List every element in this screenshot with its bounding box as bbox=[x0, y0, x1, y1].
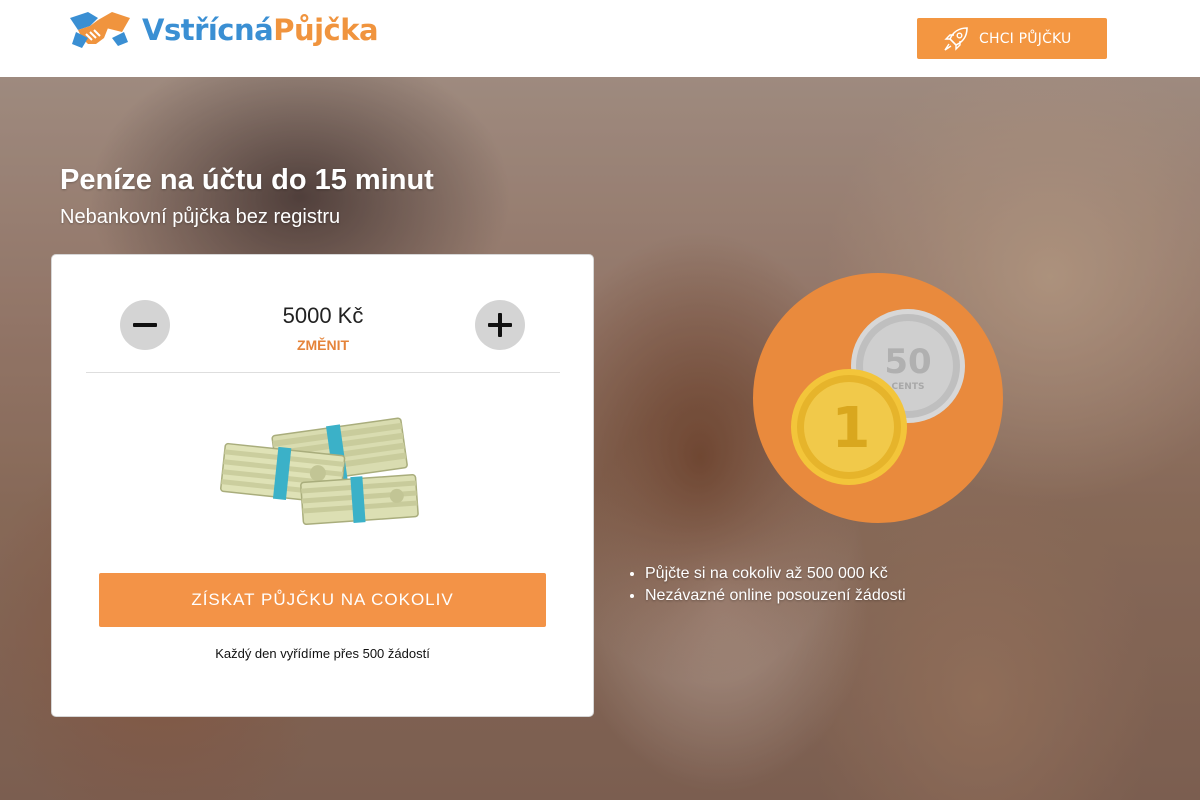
feature-item: Nezávazné online posouzení žádosti bbox=[645, 587, 906, 605]
change-amount-link[interactable]: ZMĚNIT bbox=[222, 337, 424, 353]
loan-calculator-card: 5000 Kč ZMĚNIT ZÍSKAT PŮJČKU NA COKOLIV … bbox=[51, 254, 594, 717]
hero-subtitle: Nebankovní půjčka bez registru bbox=[60, 206, 341, 228]
want-loan-button-label: CHCI PŮJČKU bbox=[979, 30, 1072, 47]
features-list: Půjčte si na cokoliv až 500 000 Kč Nezáv… bbox=[645, 565, 906, 609]
logo-text-part1: Vstřícná bbox=[142, 13, 274, 47]
loan-amount: 5000 Kč bbox=[282, 303, 364, 328]
gold-coin-value: 1 bbox=[832, 396, 871, 461]
get-loan-button[interactable]: ZÍSKAT PŮJČKU NA COKOLIV bbox=[99, 573, 546, 627]
minus-icon bbox=[133, 323, 157, 327]
silver-coin-text: CENTS bbox=[892, 382, 925, 392]
logo-text-part2: Půjčka bbox=[273, 13, 379, 47]
logo-text: VstřícnáPůjčka bbox=[142, 13, 379, 47]
hero-title: Peníze na účtu do 15 minut bbox=[60, 164, 434, 196]
silver-coin-value: 50 bbox=[884, 342, 931, 382]
increase-amount-button[interactable] bbox=[475, 300, 525, 350]
site-header: VstřícnáPůjčka CHCI PŮJČKU bbox=[0, 0, 1200, 77]
money-stack-icon bbox=[220, 417, 419, 526]
site-logo[interactable]: VstřícnáPůjčka bbox=[68, 8, 379, 52]
requests-note: Každý den vyřídíme přes 500 žádostí bbox=[215, 646, 430, 661]
card-divider bbox=[86, 372, 560, 373]
rocket-icon bbox=[944, 26, 968, 51]
get-loan-button-label: ZÍSKAT PŮJČKU NA COKOLIV bbox=[191, 590, 454, 609]
handshake-icon bbox=[70, 12, 130, 48]
feature-item: Půjčte si na cokoliv až 500 000 Kč bbox=[645, 565, 906, 583]
coins-icon: 50 CENTS 1 bbox=[791, 309, 965, 485]
hero-section: Peníze na účtu do 15 minut Nebankovní pů… bbox=[0, 77, 1200, 800]
decrease-amount-button[interactable] bbox=[120, 300, 170, 350]
want-loan-button[interactable]: CHCI PŮJČKU bbox=[917, 18, 1107, 59]
